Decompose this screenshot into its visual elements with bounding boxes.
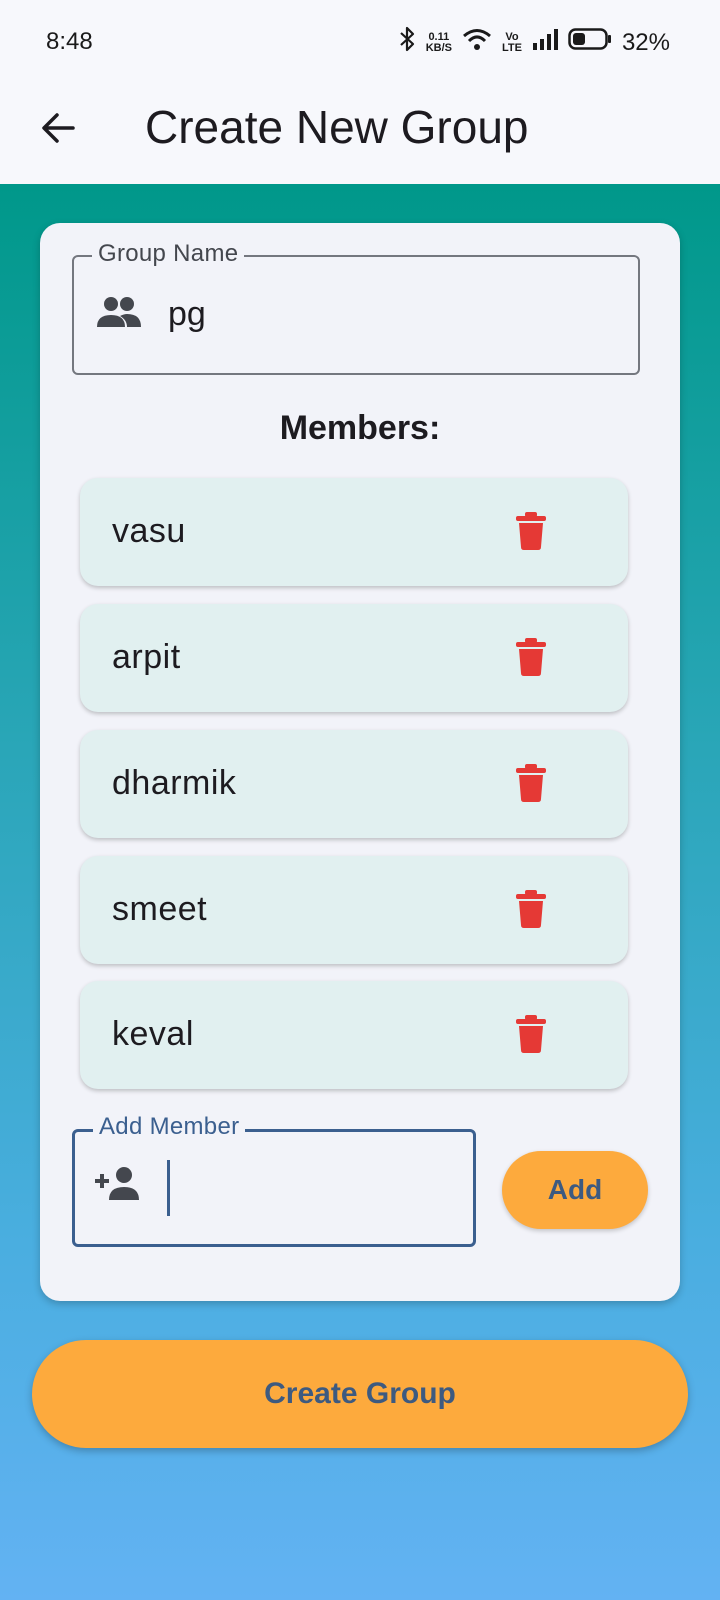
member-item: dharmik: [80, 730, 628, 838]
add-member-button[interactable]: Add: [502, 1151, 648, 1229]
member-name: arpit: [112, 638, 181, 676]
battery-percent: 32%: [621, 28, 670, 56]
delete-icon[interactable]: [516, 890, 556, 930]
group-name-input[interactable]: pg: [168, 295, 206, 334]
status-time: 8:48: [46, 28, 93, 55]
person-add-icon: [95, 1166, 141, 1207]
member-name: vasu: [112, 512, 186, 550]
member-item: smeet: [80, 856, 628, 964]
app-bar: Create New Group: [0, 84, 720, 184]
delete-icon[interactable]: [516, 512, 556, 552]
delete-icon[interactable]: [516, 638, 556, 678]
member-item: arpit: [80, 604, 628, 712]
members-heading: Members:: [279, 409, 441, 447]
text-cursor: [167, 1160, 170, 1216]
volte-indicator: Vo LTE: [501, 30, 522, 54]
delete-icon[interactable]: [516, 1015, 556, 1055]
add-member-field[interactable]: Add Member: [72, 1113, 476, 1247]
member-name: dharmik: [112, 764, 237, 802]
arrow-back-icon: [40, 110, 76, 151]
member-name: smeet: [112, 890, 208, 928]
group-form-card: Group Name pg Members: vasu arpit dharmi…: [40, 223, 680, 1301]
status-bar: 8:48 0.11 KB/S Vo LTE 32%: [0, 0, 720, 84]
member-item: keval: [80, 981, 628, 1089]
add-member-label: Add Member: [93, 1113, 246, 1141]
member-name: keval: [112, 1015, 194, 1053]
status-icons: 0.11 KB/S Vo LTE 32%: [398, 26, 670, 59]
member-item: vasu: [80, 478, 628, 586]
create-group-button[interactable]: Create Group: [32, 1340, 688, 1448]
group-name-field[interactable]: Group Name pg: [72, 240, 640, 375]
group-icon: [96, 295, 142, 334]
battery-icon: [568, 27, 612, 58]
signal-icon: [532, 28, 558, 57]
main-content: Group Name pg Members: vasu arpit dharmi…: [0, 184, 720, 1600]
net-speed: 0.11 KB/S: [425, 30, 452, 54]
delete-icon[interactable]: [516, 764, 556, 804]
group-name-label: Group Name: [92, 240, 245, 268]
wifi-icon: [462, 27, 492, 58]
bluetooth-icon: [398, 26, 416, 59]
page-title: Create New Group: [145, 101, 529, 153]
back-button[interactable]: [30, 102, 86, 158]
